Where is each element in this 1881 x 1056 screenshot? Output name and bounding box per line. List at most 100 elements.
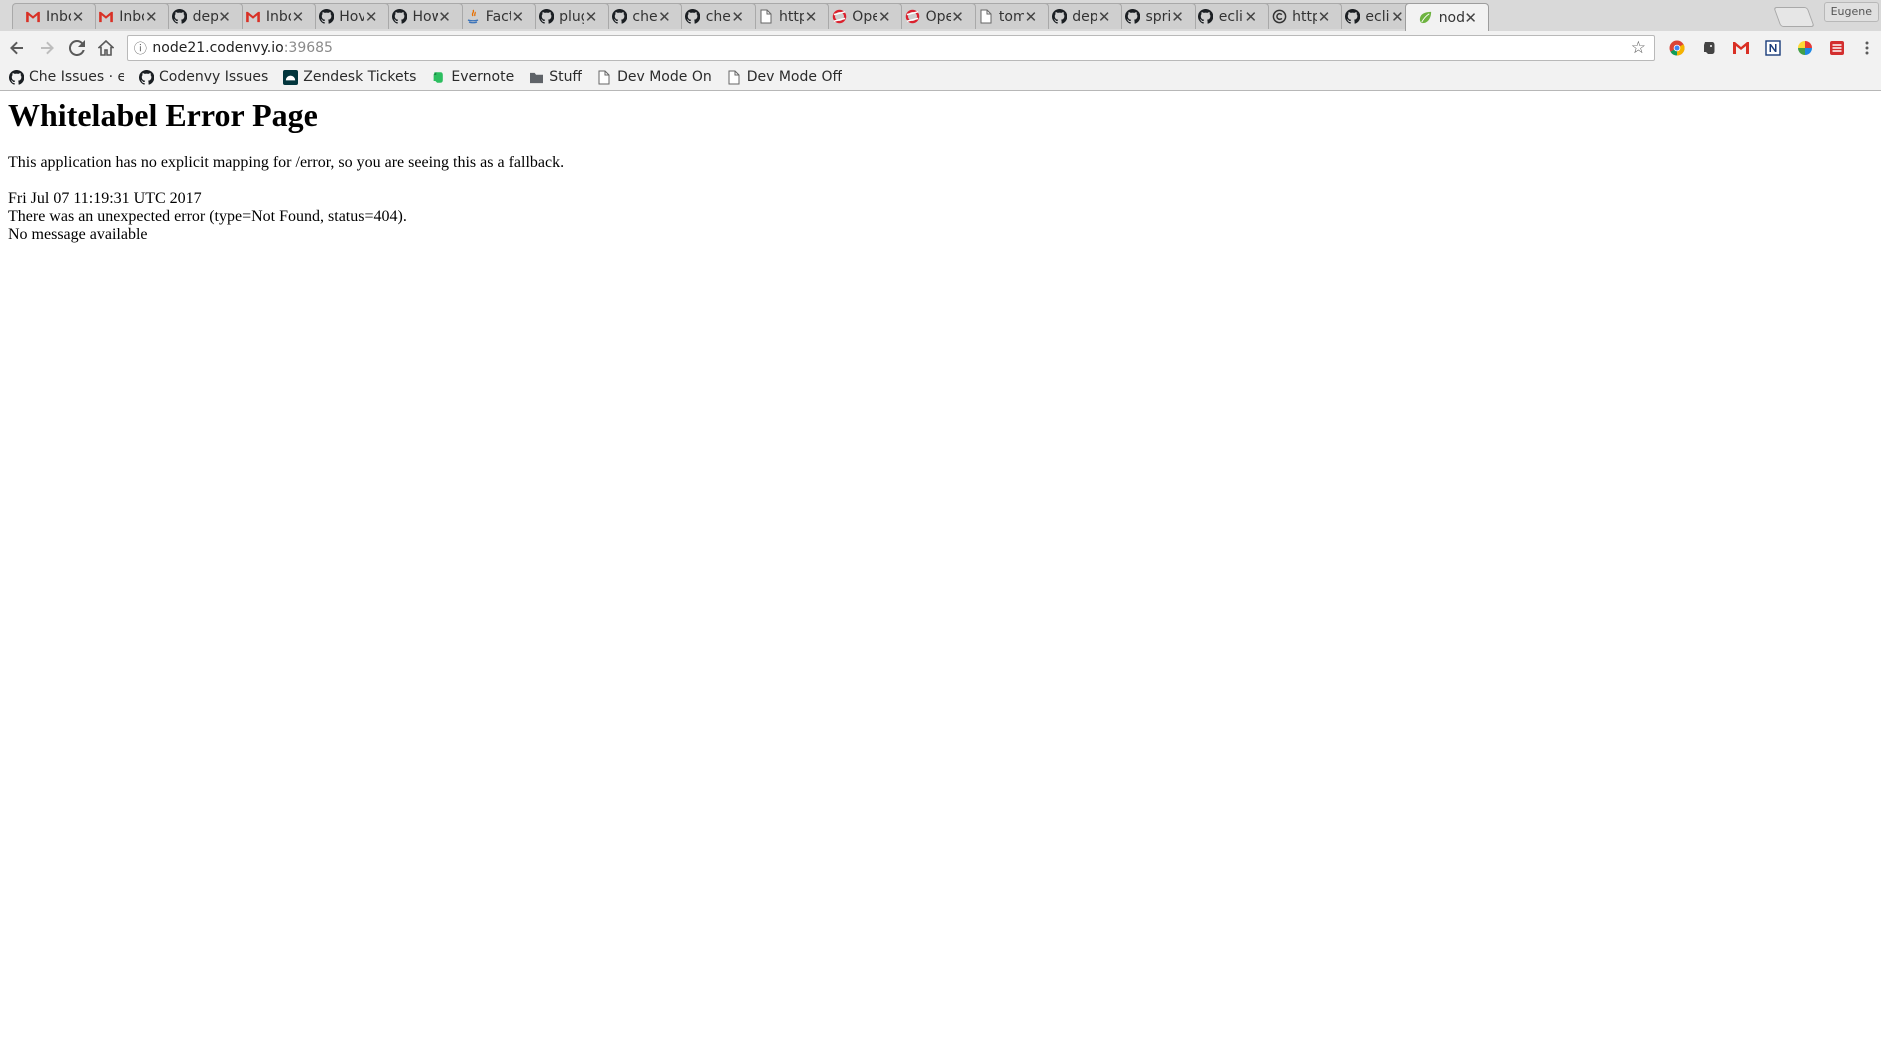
tab-20[interactable]: nod ✕ [1404, 3, 1489, 31]
bookmark-4[interactable]: Evernote [430, 69, 514, 85]
tab-close-icon[interactable]: ✕ [364, 8, 378, 26]
tab-19[interactable]: eclip✕ [1331, 3, 1416, 29]
tab-close-icon[interactable]: ✕ [438, 8, 452, 26]
tab-close-icon[interactable]: ✕ [1171, 8, 1185, 26]
github-icon [685, 9, 701, 25]
tab-2[interactable]: Inbo✕ [85, 3, 170, 29]
error-details: There was an unexpected error (type=Not … [8, 208, 407, 225]
copyright-icon [1271, 9, 1287, 25]
tab-7[interactable]: Fact✕ [451, 3, 536, 29]
home-button[interactable] [92, 33, 122, 63]
bookmark-2[interactable]: Codenvy Issues [138, 69, 268, 85]
zendesk-icon [282, 69, 298, 85]
address-bar[interactable]: ⓘ node21.codenvy.io:39685 ☆ [127, 34, 1656, 61]
tab-close-icon[interactable]: ✕ [1464, 9, 1478, 27]
tab-close-icon[interactable]: ✕ [144, 8, 158, 26]
reload-button[interactable] [62, 33, 92, 63]
gmail-icon [1733, 41, 1750, 54]
github-icon [1344, 9, 1360, 25]
tab-title: dep [192, 8, 218, 25]
todoist-extension-button[interactable] [1821, 35, 1853, 61]
github-icon [611, 9, 627, 25]
tab-close-icon[interactable]: ✕ [657, 8, 671, 26]
bookmark-label: Che Issues · eclip [29, 69, 124, 85]
tab-close-icon[interactable]: ✕ [951, 8, 965, 26]
chrome-extension-button[interactable] [1661, 35, 1693, 61]
tab-close-icon[interactable]: ✕ [291, 8, 305, 26]
tab-close-icon[interactable]: ✕ [511, 8, 525, 26]
tab-close-icon[interactable]: ✕ [1317, 8, 1331, 26]
stacked-list-icon [1830, 40, 1845, 55]
tab-title: dep [1072, 8, 1098, 25]
error-message: No message available [8, 226, 148, 243]
tab-close-icon[interactable]: ✕ [584, 8, 598, 26]
openshift-icon [831, 9, 847, 25]
toolbar: ⓘ node21.codenvy.io:39685 ☆ [0, 31, 1881, 64]
tab-9[interactable]: che ✕ [598, 3, 683, 29]
tab-close-icon[interactable]: ✕ [1024, 8, 1038, 26]
bookmark-6[interactable]: Dev Mode On [596, 69, 712, 85]
tab-5[interactable]: Hov ✕ [305, 3, 390, 29]
tab-16[interactable]: spri ✕ [1111, 3, 1196, 29]
bookmark-star-icon[interactable]: ☆ [1631, 38, 1646, 58]
document-icon [978, 9, 994, 25]
color-extension-button[interactable] [1789, 35, 1821, 61]
extensions-bar [1661, 35, 1881, 61]
tab-12[interactable]: Ope ✕ [818, 3, 903, 29]
tab-1[interactable]: Inbo✕ [12, 3, 96, 29]
tab-title: plug [559, 8, 584, 25]
github-icon [172, 9, 188, 25]
folder-icon [528, 69, 544, 85]
tab-title: eclip [1218, 8, 1244, 25]
tab-close-icon[interactable]: ✕ [71, 8, 85, 26]
tab-18[interactable]: http ✕ [1258, 3, 1343, 29]
github-icon [8, 69, 24, 85]
menu-button[interactable] [1853, 35, 1881, 61]
tab-14[interactable]: tom ✕ [964, 3, 1049, 29]
tab-title: Inbo [46, 8, 71, 25]
tab-6[interactable]: How ✕ [378, 3, 463, 29]
bookmark-5[interactable]: Stuff [528, 69, 582, 85]
notion-extension-button[interactable] [1757, 35, 1789, 61]
bookmark-label: Codenvy Issues [159, 69, 269, 85]
bookmark-3[interactable]: Zendesk Tickets [282, 69, 416, 85]
evernote-extension-button[interactable] [1693, 35, 1725, 61]
new-tab-button[interactable] [1773, 7, 1815, 27]
bookmark-1[interactable]: Che Issues · eclip [8, 69, 124, 85]
tab-title: Fact [485, 8, 511, 25]
tab-title: nod [1438, 9, 1464, 26]
kebab-menu-icon [1865, 41, 1869, 54]
profile-button[interactable]: Eugene [1823, 2, 1879, 22]
github-icon [392, 9, 408, 25]
evernote-elephant-icon [1704, 41, 1715, 54]
tab-10[interactable]: che ✕ [671, 3, 756, 29]
forward-button[interactable] [32, 33, 62, 63]
tab-close-icon[interactable]: ✕ [1097, 8, 1111, 26]
tab-close-icon[interactable]: ✕ [1390, 8, 1404, 26]
openshift-icon [905, 9, 921, 25]
back-button[interactable] [2, 33, 32, 63]
gmail-extension-button[interactable] [1725, 35, 1757, 61]
tab-15[interactable]: dep ✕ [1038, 3, 1123, 29]
reload-icon [68, 39, 85, 56]
tab-close-icon[interactable]: ✕ [1244, 8, 1258, 26]
tab-4[interactable]: Inbo✕ [231, 3, 316, 29]
tab-title: http [779, 8, 804, 25]
tab-3[interactable]: dep ✕ [158, 3, 243, 29]
tab-11[interactable]: http ✕ [745, 3, 829, 29]
tab-close-icon[interactable]: ✕ [218, 8, 232, 26]
tab-17[interactable]: eclip✕ [1184, 3, 1269, 29]
tab-8[interactable]: plug✕ [525, 3, 610, 29]
tab-title: Ope [852, 8, 878, 25]
github-icon [1125, 9, 1141, 25]
tab-title: eclip [1365, 8, 1390, 25]
tab-13[interactable]: Ope ✕ [891, 3, 976, 29]
bookmark-7[interactable]: Dev Mode Off [726, 69, 842, 85]
info-icon[interactable]: ⓘ [128, 38, 152, 57]
document-icon [758, 9, 774, 25]
tab-close-icon[interactable]: ✕ [804, 8, 818, 26]
browser-chrome: Inbo✕Inbo✕dep✕Inbo✕Hov✕How✕Fact✕plug✕che… [0, 0, 1881, 91]
tab-close-icon[interactable]: ✕ [731, 8, 745, 26]
spring-leaf-icon [1418, 10, 1434, 26]
tab-close-icon[interactable]: ✕ [877, 8, 891, 26]
